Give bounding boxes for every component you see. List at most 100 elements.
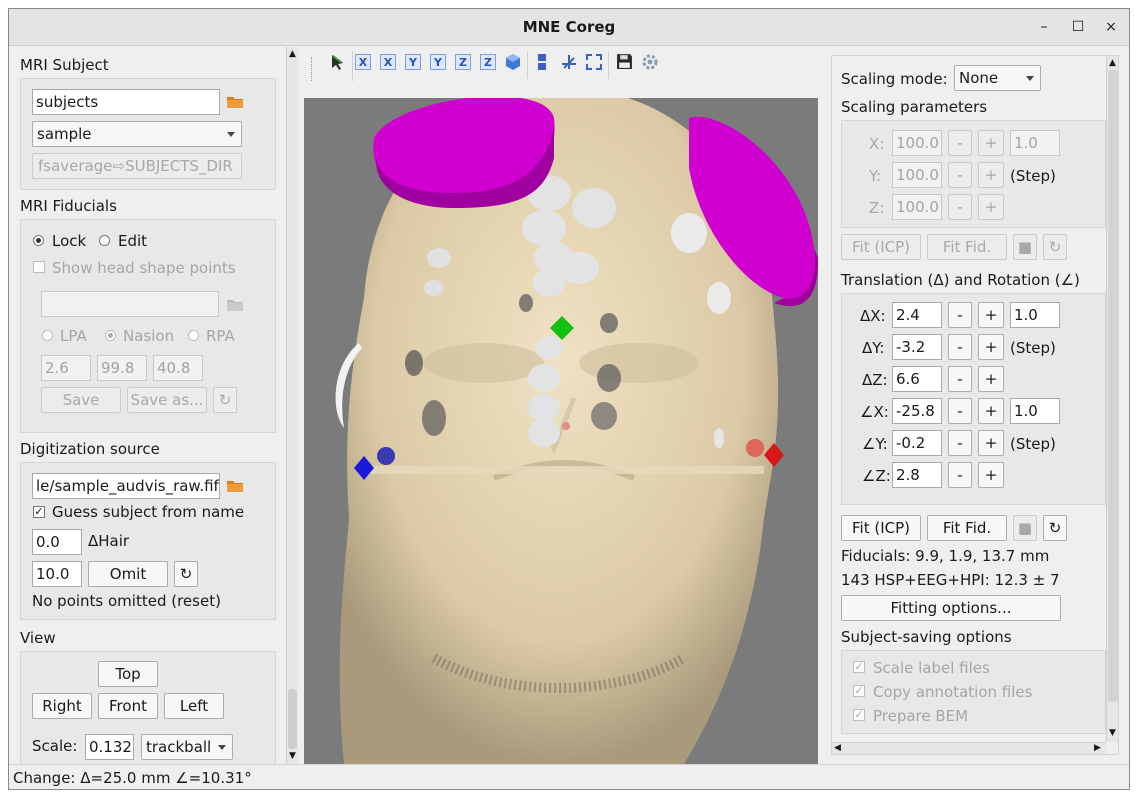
stop-icon[interactable]: ■ bbox=[1013, 515, 1037, 541]
scroll-down-icon[interactable]: ▼ bbox=[1109, 728, 1116, 738]
fit-fid-button[interactable]: Fit Fid. bbox=[927, 515, 1007, 541]
ry-increment[interactable]: + bbox=[978, 430, 1004, 456]
dy-increment[interactable]: + bbox=[978, 334, 1004, 360]
rx-increment[interactable]: + bbox=[978, 398, 1004, 424]
scale-y-decrement[interactable]: - bbox=[948, 162, 972, 188]
scroll-left-icon[interactable]: ◀ bbox=[834, 743, 841, 753]
reset-icon[interactable]: ↻ bbox=[1043, 515, 1067, 541]
scaling-mode-select[interactable]: None bbox=[954, 65, 1041, 91]
reset-icon[interactable]: ↻ bbox=[174, 561, 198, 587]
dy-field[interactable]: -3.2 bbox=[892, 334, 942, 360]
view-minus-y-icon[interactable]: Y bbox=[430, 54, 446, 70]
translation-step-field[interactable]: 1.0 bbox=[1010, 302, 1060, 328]
subjects-dir-field[interactable]: subjects bbox=[32, 89, 220, 115]
scale-y-field[interactable]: 100.0 bbox=[892, 162, 942, 188]
interaction-select[interactable]: trackball bbox=[141, 734, 233, 760]
view-front-button[interactable]: Front bbox=[98, 693, 158, 719]
dz-field[interactable]: 6.6 bbox=[892, 366, 942, 392]
view-minus-z-icon[interactable]: Z bbox=[480, 54, 496, 70]
prepare-bem-checkbox[interactable]: ✓ bbox=[853, 709, 865, 721]
rz-decrement[interactable]: - bbox=[948, 462, 972, 488]
scroll-up-icon[interactable]: ▲ bbox=[289, 49, 296, 59]
scale-fit-icp-button[interactable]: Fit (ICP) bbox=[841, 234, 921, 260]
select-icon[interactable] bbox=[329, 53, 347, 71]
rpa-radio[interactable] bbox=[188, 330, 199, 341]
omit-distance-field[interactable]: 10.0 bbox=[32, 561, 82, 587]
ry-decrement[interactable]: - bbox=[948, 430, 972, 456]
folder-icon[interactable] bbox=[227, 299, 243, 311]
close-button[interactable]: × bbox=[1102, 18, 1120, 36]
scale-y-increment[interactable]: + bbox=[978, 162, 1004, 188]
scroll-down-icon[interactable]: ▼ bbox=[289, 751, 296, 761]
view-y-icon[interactable]: Y bbox=[405, 54, 421, 70]
fiducial-x-field[interactable]: 2.6 bbox=[41, 355, 91, 381]
scale-z-increment[interactable]: + bbox=[978, 194, 1004, 220]
3d-viewport[interactable] bbox=[304, 98, 818, 764]
digitization-file-field[interactable]: le/sample_audvis_raw.fif bbox=[32, 473, 220, 499]
scale-z-field[interactable]: 100.0 bbox=[892, 194, 942, 220]
fitting-options-button[interactable]: Fitting options... bbox=[841, 595, 1061, 621]
scale-x-increment[interactable]: + bbox=[978, 130, 1004, 156]
fsaverage-button[interactable]: fsaverage⇨SUBJECTS_DIR bbox=[32, 153, 242, 179]
minimize-button[interactable]: – bbox=[1035, 18, 1053, 36]
view-right-button[interactable]: Right bbox=[32, 693, 92, 719]
folder-icon[interactable] bbox=[227, 96, 243, 108]
left-scrollbar-thumb[interactable] bbox=[288, 689, 297, 749]
ry-field[interactable]: -0.2 bbox=[892, 430, 942, 456]
hair-field[interactable]: 0.0 bbox=[32, 529, 82, 555]
lock-radio[interactable] bbox=[33, 235, 44, 246]
scale-x-field[interactable]: 100.0 bbox=[892, 130, 942, 156]
rx-decrement[interactable]: - bbox=[948, 398, 972, 424]
scroll-up-icon[interactable]: ▲ bbox=[1109, 58, 1116, 68]
fiducial-y-field[interactable]: 99.8 bbox=[97, 355, 147, 381]
left-scrollbar[interactable]: ▲ ▼ bbox=[286, 47, 298, 764]
copy-annot-checkbox[interactable]: ✓ bbox=[853, 685, 865, 697]
scale-step-field[interactable]: 1.0 bbox=[1010, 130, 1060, 156]
reset-icon[interactable]: ↻ bbox=[1043, 234, 1067, 260]
rz-increment[interactable]: + bbox=[978, 462, 1004, 488]
scale-x-decrement[interactable]: - bbox=[948, 130, 972, 156]
guess-subject-checkbox[interactable]: ✓ bbox=[33, 506, 45, 518]
gear-icon[interactable] bbox=[641, 53, 659, 71]
right-scrollbar-thumb[interactable] bbox=[1108, 70, 1118, 702]
folder-icon[interactable] bbox=[227, 480, 243, 492]
parallel-projection-icon[interactable] bbox=[536, 53, 548, 71]
scroll-right-icon[interactable]: ▶ bbox=[1094, 743, 1101, 753]
view-left-button[interactable]: Left bbox=[164, 693, 224, 719]
scale-field[interactable]: 0.132 bbox=[85, 734, 134, 760]
fit-icp-button[interactable]: Fit (ICP) bbox=[841, 515, 921, 541]
view-z-icon[interactable]: Z bbox=[455, 54, 471, 70]
edit-radio[interactable] bbox=[99, 235, 110, 246]
subject-select[interactable]: sample bbox=[32, 121, 242, 147]
view-top-button[interactable]: Top bbox=[98, 661, 158, 687]
scale-z-decrement[interactable]: - bbox=[948, 194, 972, 220]
save-icon[interactable] bbox=[616, 53, 633, 70]
right-h-scrollbar[interactable]: ◀ ▶ bbox=[832, 742, 1106, 754]
stop-icon[interactable]: ■ bbox=[1013, 234, 1037, 260]
lpa-radio[interactable] bbox=[42, 330, 53, 341]
fiducial-z-field[interactable]: 40.8 bbox=[153, 355, 203, 381]
view-x-icon[interactable]: X bbox=[355, 54, 371, 70]
save-button[interactable]: Save bbox=[41, 387, 121, 413]
fullscreen-icon[interactable] bbox=[585, 53, 603, 71]
dz-increment[interactable]: + bbox=[978, 366, 1004, 392]
scale-labels-checkbox[interactable]: ✓ bbox=[853, 661, 865, 673]
scale-fit-fid-button[interactable]: Fit Fid. bbox=[927, 234, 1007, 260]
rx-field[interactable]: -25.8 bbox=[892, 398, 942, 424]
rotation-step-field[interactable]: 1.0 bbox=[1010, 398, 1060, 424]
view-minus-x-icon[interactable]: X bbox=[380, 54, 396, 70]
rz-field[interactable]: 2.8 bbox=[892, 462, 942, 488]
save-as-button[interactable]: Save as... bbox=[127, 387, 207, 413]
show-head-checkbox[interactable] bbox=[33, 261, 45, 273]
fiducials-file-field[interactable] bbox=[41, 291, 219, 317]
dx-decrement[interactable]: - bbox=[948, 302, 972, 328]
dx-increment[interactable]: + bbox=[978, 302, 1004, 328]
nasion-radio[interactable] bbox=[105, 330, 116, 341]
dz-decrement[interactable]: - bbox=[948, 366, 972, 392]
dy-decrement[interactable]: - bbox=[948, 334, 972, 360]
dx-field[interactable]: 2.4 bbox=[892, 302, 942, 328]
reset-icon[interactable]: ↻ bbox=[213, 387, 237, 413]
omit-button[interactable]: Omit bbox=[88, 561, 168, 587]
right-scrollbar[interactable]: ▲ ▼ bbox=[1106, 56, 1118, 742]
maximize-button[interactable]: ☐ bbox=[1069, 18, 1087, 36]
